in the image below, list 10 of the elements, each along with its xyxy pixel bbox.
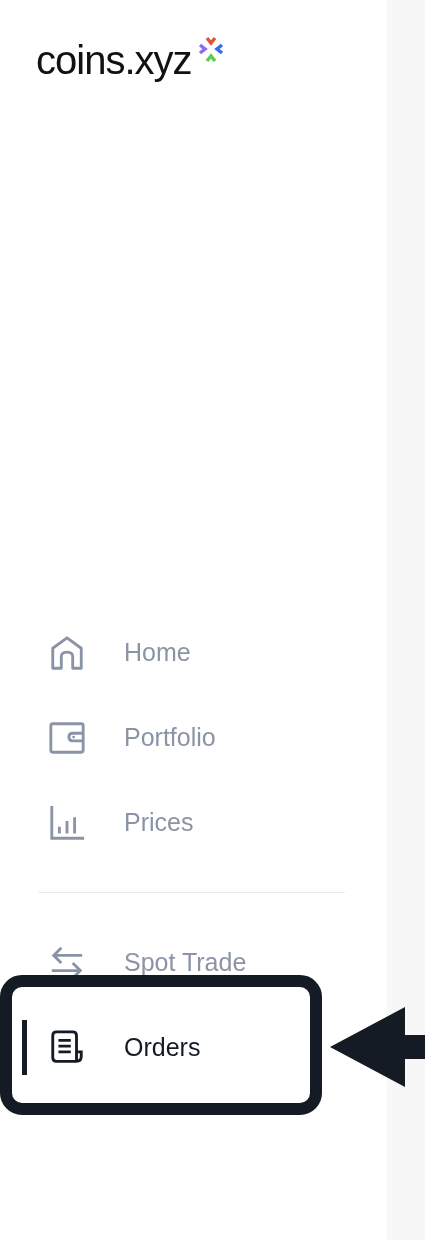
nav-item[interactable]: Portfolio bbox=[14, 707, 274, 768]
nav-item[interactable]: Spot Trade bbox=[14, 932, 274, 993]
nav-item[interactable]: Prices bbox=[14, 792, 274, 853]
nav-item[interactable]: Home bbox=[14, 622, 274, 683]
logo-text: coins.xyz bbox=[36, 37, 192, 84]
home-icon bbox=[48, 633, 86, 672]
bar-chart-icon bbox=[48, 803, 86, 842]
selection-bar bbox=[22, 1019, 27, 1075]
nav-item[interactable]: Orders bbox=[14, 1017, 274, 1078]
logo-mark-icon bbox=[197, 36, 224, 64]
